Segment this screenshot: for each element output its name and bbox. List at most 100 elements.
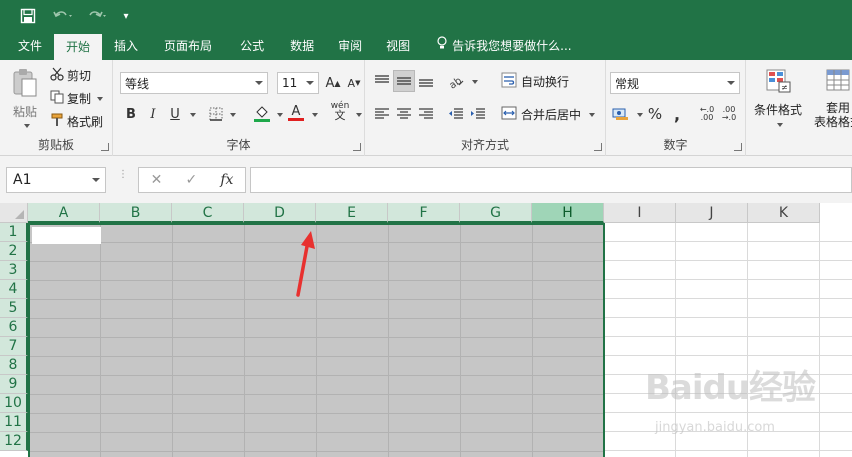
align-middle-icon[interactable] — [393, 70, 415, 92]
number-format-combo[interactable]: 常规 — [610, 72, 740, 94]
column-header-c[interactable]: C — [172, 203, 244, 223]
borders-icon[interactable] — [205, 103, 227, 125]
formula-bar-grip-icon[interactable]: ⋮ — [118, 170, 128, 180]
tab-home[interactable]: 开始 — [54, 34, 103, 60]
merge-center-button[interactable]: 合并后居中 — [501, 105, 596, 124]
accounting-format-icon[interactable] — [610, 103, 632, 125]
fill-color-dropdown-icon[interactable] — [277, 113, 283, 117]
tab-view[interactable]: 视图 — [374, 32, 422, 60]
increase-decimal-icon[interactable]: ←.0.00 — [696, 103, 718, 125]
italic-button[interactable]: I — [142, 103, 164, 125]
increase-indent-icon[interactable] — [467, 103, 489, 125]
number-launcher-icon[interactable] — [734, 143, 742, 151]
formula-input[interactable] — [250, 167, 852, 193]
row-header-5[interactable]: 5 — [0, 299, 28, 318]
row-header-12[interactable]: 12 — [0, 432, 28, 451]
fill-color-icon[interactable] — [251, 102, 273, 124]
row-header-3[interactable]: 3 — [0, 261, 28, 280]
tell-me-search[interactable]: 告诉我您想要做什么... — [422, 32, 572, 60]
paste-icon — [12, 68, 38, 101]
column-header-g[interactable]: G — [460, 203, 532, 223]
column-header-b[interactable]: B — [100, 203, 172, 223]
tab-formulas[interactable]: 公式 — [226, 32, 278, 60]
align-center-icon[interactable] — [393, 103, 415, 125]
tab-file[interactable]: 文件 — [6, 32, 54, 60]
align-left-icon[interactable] — [371, 103, 393, 125]
orientation-icon[interactable]: ab — [445, 70, 467, 92]
red-pointer-arrow-icon — [296, 231, 315, 297]
number-format-value: 常规 — [615, 76, 640, 91]
tab-page-layout[interactable]: 页面布局 — [150, 32, 226, 60]
font-color-icon[interactable]: A — [285, 102, 307, 124]
clipboard-launcher-icon[interactable] — [101, 143, 109, 151]
align-top-icon[interactable] — [371, 70, 393, 92]
tell-me-text: 告诉我您想要做什么... — [452, 39, 572, 53]
column-header-f[interactable]: F — [388, 203, 460, 223]
row-header-8[interactable]: 8 — [0, 356, 28, 375]
format-as-table-button[interactable]: 套用 表格格式 — [808, 68, 852, 129]
align-right-icon[interactable] — [415, 103, 437, 125]
row-header-7[interactable]: 7 — [0, 337, 28, 356]
bold-button[interactable]: B — [120, 103, 142, 125]
merge-center-dropdown-icon[interactable] — [589, 112, 596, 117]
tab-review[interactable]: 审阅 — [326, 32, 374, 60]
column-header-j[interactable]: J — [676, 203, 748, 223]
row-header-1[interactable]: 1 — [0, 223, 28, 242]
tab-data[interactable]: 数据 — [278, 32, 326, 60]
comma-style-button[interactable]: , — [666, 103, 688, 125]
merge-center-icon — [501, 105, 517, 124]
tab-insert[interactable]: 插入 — [102, 32, 150, 60]
customize-toolbar-button[interactable]: ▾ — [118, 0, 134, 32]
phonetic-dropdown-icon[interactable] — [356, 113, 362, 117]
copy-button[interactable]: 复制 — [50, 90, 104, 107]
decrease-indent-icon[interactable] — [445, 103, 467, 125]
row-header-11[interactable]: 11 — [0, 413, 28, 432]
font-launcher-icon[interactable] — [353, 143, 361, 151]
decrease-font-size-icon[interactable]: A ▼ — [343, 72, 365, 94]
column-header-k[interactable]: K — [748, 203, 820, 223]
name-box[interactable]: A1 — [6, 167, 106, 193]
underline-dropdown-icon[interactable] — [190, 113, 196, 117]
column-header-h[interactable]: H — [532, 203, 604, 223]
confirm-entry-icon[interactable]: ✓ — [185, 172, 197, 188]
orientation-dropdown-icon[interactable] — [472, 80, 478, 84]
row-header-2[interactable]: 2 — [0, 242, 28, 261]
increase-font-size-icon[interactable]: A ▲ — [322, 72, 344, 94]
active-cell-a1[interactable] — [32, 227, 101, 244]
watermark-logo: Baidu经验 — [645, 368, 816, 408]
phonetic-guide-icon[interactable]: wén 文 — [329, 100, 351, 122]
format-painter-button[interactable]: 格式刷 — [50, 113, 103, 130]
decrease-decimal-icon[interactable]: .00 →.0 — [718, 103, 740, 125]
column-header-i[interactable]: I — [604, 203, 676, 223]
wrap-text-button[interactable]: 自动换行 — [501, 72, 569, 91]
paste-button[interactable]: 粘贴 — [8, 68, 42, 128]
row-header-4[interactable]: 4 — [0, 280, 28, 299]
lightbulb-icon — [436, 32, 448, 60]
column-header-a[interactable]: A — [28, 203, 100, 223]
redo-icon[interactable] — [82, 0, 112, 32]
font-size-dropdown-icon — [306, 81, 314, 85]
undo-icon[interactable] — [48, 0, 78, 32]
cancel-entry-icon[interactable]: ✕ — [151, 172, 163, 188]
save-icon[interactable] — [14, 0, 42, 32]
accounting-dropdown-icon[interactable] — [637, 113, 643, 117]
select-all-button[interactable] — [0, 203, 28, 223]
alignment-launcher-icon[interactable] — [594, 143, 602, 151]
font-size-combo[interactable]: 11 — [277, 72, 319, 94]
font-name-combo[interactable]: 等线 — [120, 72, 268, 94]
paste-dropdown-icon[interactable] — [23, 124, 30, 128]
percent-style-button[interactable]: % — [644, 103, 666, 125]
row-header-6[interactable]: 6 — [0, 318, 28, 337]
borders-dropdown-icon[interactable] — [230, 113, 236, 117]
column-header-e[interactable]: E — [316, 203, 388, 223]
cut-button[interactable]: 剪切 — [50, 67, 91, 84]
row-header-9[interactable]: 9 — [0, 375, 28, 394]
font-color-dropdown-icon[interactable] — [312, 113, 318, 117]
underline-button[interactable]: U — [164, 103, 186, 125]
row-header-10[interactable]: 10 — [0, 394, 28, 413]
insert-function-button[interactable]: fx — [220, 172, 233, 188]
copy-dropdown-icon[interactable] — [97, 96, 104, 101]
conditional-formatting-button[interactable]: ≠ 条件格式 — [750, 68, 806, 127]
align-bottom-icon[interactable] — [415, 70, 437, 92]
column-header-d[interactable]: D — [244, 203, 316, 223]
